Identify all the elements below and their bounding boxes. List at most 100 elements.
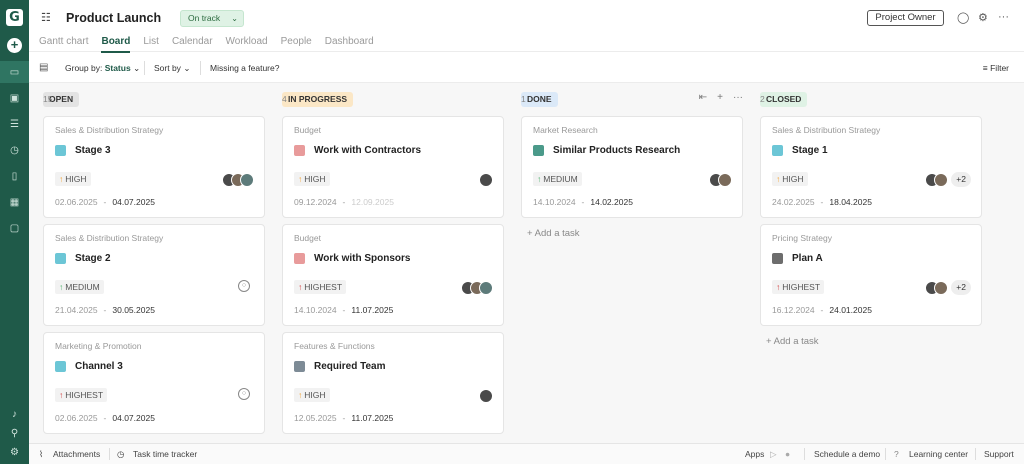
status-dropdown[interactable]: On track ⌄ [180, 10, 244, 27]
start-date: 02.06.2025 [55, 197, 98, 207]
column-header: DONE 1 ⇤ + ··· [521, 92, 743, 108]
projects-folder-icon[interactable]: ▭ [0, 61, 29, 83]
help-icon[interactable]: ? [894, 449, 899, 459]
task-name[interactable]: Channel 3 [75, 361, 123, 372]
app-logo[interactable]: G [6, 9, 23, 26]
more-options-icon[interactable]: ··· [998, 11, 1009, 23]
search-icon[interactable]: ⚲ [11, 428, 18, 439]
assignee-avatars[interactable] [479, 388, 493, 403]
more-options-icon[interactable]: ··· [733, 92, 743, 103]
add-icon[interactable]: + [717, 92, 723, 103]
task-card[interactable]: Marketing & Promotion Channel 3 ↑ HIGHEST ○ 0… [43, 332, 265, 434]
tab-people[interactable]: People [281, 36, 312, 53]
tab-gantt-chart[interactable]: Gantt chart [39, 36, 88, 53]
tab-workload[interactable]: Workload [226, 36, 268, 53]
assignee-avatars[interactable] [222, 172, 254, 187]
priority-badge[interactable]: ↑ MEDIUM [533, 172, 582, 186]
priority-badge[interactable]: ↑ HIGH [294, 172, 330, 186]
filter-button[interactable]: ≡ Filter [983, 63, 1009, 73]
apple-icon[interactable]: ● [785, 449, 790, 459]
list-icon[interactable]: ☰ [0, 113, 29, 135]
sort-by-dropdown[interactable]: Sort by ⌄ [154, 63, 190, 74]
priority-badge[interactable]: ↑ MEDIUM [55, 280, 104, 294]
status-chip[interactable]: CLOSED [760, 92, 808, 107]
clock-icon[interactable]: ◷ [0, 139, 29, 161]
assignee-avatars[interactable] [709, 172, 732, 187]
support-link[interactable]: Support [984, 449, 1014, 459]
project-owner-button[interactable]: Project Owner [867, 10, 944, 26]
collapse-column-icon[interactable]: ⇤ [699, 92, 707, 103]
add-task-button[interactable]: + Add a task [527, 228, 580, 239]
sort-by-label: Sort by [154, 63, 181, 73]
unassigned-user-icon[interactable]: ○ [238, 280, 250, 292]
comment-icon[interactable]: ◯ [957, 11, 969, 24]
task-name[interactable]: Stage 1 [792, 145, 828, 156]
task-card[interactable]: Sales & Distribution Strategy Stage 2 ↑ MED… [43, 224, 265, 326]
task-name[interactable]: Stage 3 [75, 145, 111, 156]
calendar-icon[interactable]: ▤ [39, 62, 48, 73]
task-card[interactable]: Sales & Distribution Strategy Stage 1 ↑ HIG… [760, 116, 982, 218]
task-color-square [55, 253, 66, 264]
end-date: 24.01.2025 [829, 305, 872, 315]
task-card[interactable]: Features & Functions Required Team ↑ HIGH 12… [282, 332, 504, 434]
attachments-link[interactable]: Attachments [53, 449, 100, 459]
priority-arrow-icon: ↑ [298, 282, 303, 292]
task-name[interactable]: Work with Contractors [314, 145, 421, 156]
priority-label: HIGH [65, 174, 87, 184]
board-column: IN PROGRESS 4 Budget Work with Contractors ↑… [282, 83, 504, 443]
task-name[interactable]: Plan A [792, 253, 823, 264]
tab-list[interactable]: List [143, 36, 159, 53]
task-name[interactable]: Work with Sponsors [314, 253, 411, 264]
tab-calendar[interactable]: Calendar [172, 36, 213, 53]
project-header: ☷ Product Launch ★ On track ⌄ Project Ow… [29, 0, 1024, 53]
priority-badge[interactable]: ↑ HIGH [55, 172, 91, 186]
create-plus-icon[interactable]: + [7, 38, 22, 53]
assignee-avatars[interactable] [479, 172, 493, 187]
timer-icon[interactable]: ◷ [117, 449, 124, 460]
grid-icon[interactable]: ▦ [0, 191, 29, 213]
task-card[interactable]: Pricing Strategy Plan A ↑ HIGHEST +2 16.12.20… [760, 224, 982, 326]
assignee-avatars[interactable]: +2 [925, 172, 971, 187]
assignee-avatars[interactable]: +2 [925, 280, 971, 295]
assignee-avatars[interactable] [461, 280, 493, 295]
group-by-dropdown[interactable]: Group by: Status ⌄ [65, 63, 140, 74]
schedule-demo-link[interactable]: Schedule a demo [814, 449, 880, 459]
start-date: 21.04.2025 [55, 305, 98, 315]
task-name[interactable]: Stage 2 [75, 253, 111, 264]
unassigned-user-icon[interactable]: ○ [238, 388, 250, 400]
priority-label: HIGHEST [782, 282, 821, 292]
time-tracker-link[interactable]: Task time tracker [133, 449, 197, 459]
tab-board[interactable]: Board [101, 36, 131, 53]
settings-gear-icon[interactable]: ⚙ [10, 447, 19, 458]
tab-dashboard[interactable]: Dashboard [325, 36, 374, 53]
avatar [479, 280, 493, 295]
bell-icon[interactable]: ♪ [12, 409, 17, 420]
status-chip[interactable]: DONE [521, 92, 558, 107]
task-name[interactable]: Similar Products Research [553, 145, 680, 156]
project-title[interactable]: Product Launch [66, 11, 161, 25]
priority-badge[interactable]: ↑ HIGHEST [294, 280, 347, 294]
priority-label: MEDIUM [65, 282, 100, 292]
apps-link[interactable]: Apps [745, 449, 764, 459]
learning-center-link[interactable]: Learning center [909, 449, 968, 459]
priority-badge[interactable]: ↑ HIGHEST [55, 388, 108, 402]
priority-badge[interactable]: ↑ HIGHEST [772, 280, 825, 294]
chat-icon[interactable]: ▢ [0, 217, 29, 239]
task-card[interactable]: Budget Work with Contractors ↑ HIGH 09.12.20… [282, 116, 504, 218]
priority-badge[interactable]: ↑ HIGH [294, 388, 330, 402]
avatar [718, 172, 732, 187]
portfolio-briefcase-icon[interactable]: ▣ [0, 87, 29, 109]
task-card[interactable]: Budget Work with Sponsors ↑ HIGHEST 14.10.20… [282, 224, 504, 326]
status-chip[interactable]: IN PROGRESS [282, 92, 354, 107]
settings-icon[interactable]: ⚙ [978, 11, 988, 24]
priority-badge[interactable]: ↑ HIGH [772, 172, 808, 186]
task-card[interactable]: Market Research Similar Products Research… [521, 116, 743, 218]
add-task-button[interactable]: + Add a task [766, 336, 819, 347]
missing-feature-link[interactable]: Missing a feature? [210, 63, 279, 73]
attachment-icon[interactable]: ⌇ [39, 449, 43, 460]
document-icon[interactable]: ▯ [0, 165, 29, 187]
play-store-icon[interactable]: ▷ [770, 449, 777, 460]
task-card[interactable]: Sales & Distribution Strategy Stage 3 ↑ HIG… [43, 116, 265, 218]
task-group: Market Research [533, 125, 598, 135]
task-name[interactable]: Required Team [314, 361, 386, 372]
